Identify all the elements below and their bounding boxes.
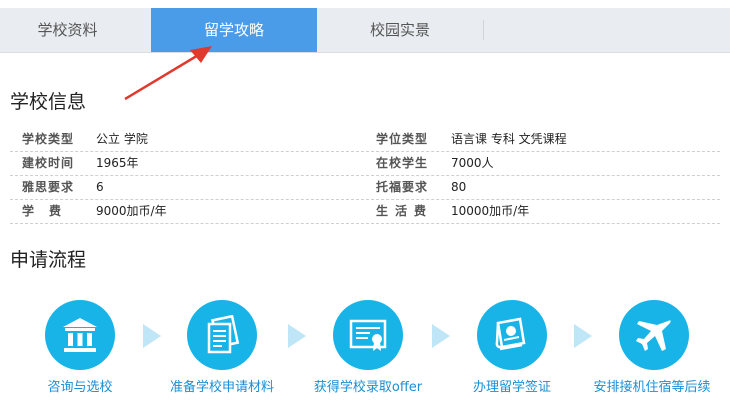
step-icon-circle xyxy=(333,300,403,370)
info-value: 10000加币/年 xyxy=(451,204,530,218)
info-value: 9000加币/年 xyxy=(96,204,167,218)
info-value: 7000人 xyxy=(451,156,494,170)
table-row: 雅思要求 6 托福要求 80 xyxy=(10,176,720,200)
process-title: 申请流程 xyxy=(10,249,87,271)
info-label: 生活费 xyxy=(376,204,434,218)
process-step: 办理留学签证 xyxy=(437,300,587,395)
passport-icon xyxy=(495,317,526,351)
process-step: 准备学校申请材料 xyxy=(147,300,297,395)
process-step: 咨询与选校 xyxy=(5,300,155,395)
step-label: 安排接机住宿等后续 xyxy=(593,380,711,395)
tab-campus-view[interactable]: 校园实景 xyxy=(317,8,483,52)
info-value: 6 xyxy=(96,180,104,194)
step-label: 咨询与选校 xyxy=(47,380,113,395)
info-value: 80 xyxy=(451,180,467,194)
info-label: 雅思要求 xyxy=(22,180,75,194)
certificate-icon xyxy=(349,319,387,351)
school-info-table: 学校类型 公立 学院 学位类型 语言课 专科 文凭课程 建校时间 1965年 在… xyxy=(10,128,720,224)
step-icon-circle xyxy=(45,300,115,370)
tab-divider xyxy=(483,20,484,40)
table-row: 建校时间 1965年 在校学生 7000人 xyxy=(10,152,720,176)
document-icon xyxy=(207,315,240,354)
tab-school-info[interactable]: 学校资料 xyxy=(0,8,135,52)
school-info-title: 学校信息 xyxy=(10,91,87,113)
info-value: 1965年 xyxy=(96,156,139,170)
table-row: 学费 9000加币/年 生活费 10000加币/年 xyxy=(10,200,720,224)
info-label: 学费 xyxy=(22,204,77,218)
step-icon-circle xyxy=(187,300,257,370)
info-label: 学校类型 xyxy=(22,132,75,146)
step-icon-circle xyxy=(619,300,689,370)
tab-study-guide[interactable]: 留学攻略 xyxy=(151,8,317,52)
process-step: 获得学校录取offer xyxy=(293,300,443,395)
info-value: 语言课 专科 文凭课程 xyxy=(451,132,567,146)
table-row: 学校类型 公立 学院 学位类型 语言课 专科 文凭课程 xyxy=(10,128,720,152)
info-label: 学位类型 xyxy=(376,132,429,146)
info-value: 公立 学院 xyxy=(96,132,148,146)
process-steps: 咨询与选校 准备学校申请材料 获得学校录取offer 办理留学签证 安排接机住宿… xyxy=(0,300,730,405)
tab-bar: 学校资料 留学攻略 校园实景 xyxy=(0,8,730,53)
info-label: 建校时间 xyxy=(22,156,75,170)
school-building-icon xyxy=(63,318,97,352)
step-label: 获得学校录取offer xyxy=(313,380,423,395)
step-icon-circle xyxy=(477,300,547,370)
info-label: 托福要求 xyxy=(376,180,429,194)
process-step: 安排接机住宿等后续 xyxy=(579,300,729,395)
step-label: 办理留学签证 xyxy=(472,380,551,395)
step-label: 准备学校申请材料 xyxy=(169,380,274,395)
info-label: 在校学生 xyxy=(376,156,429,170)
airplane-icon xyxy=(636,320,671,351)
